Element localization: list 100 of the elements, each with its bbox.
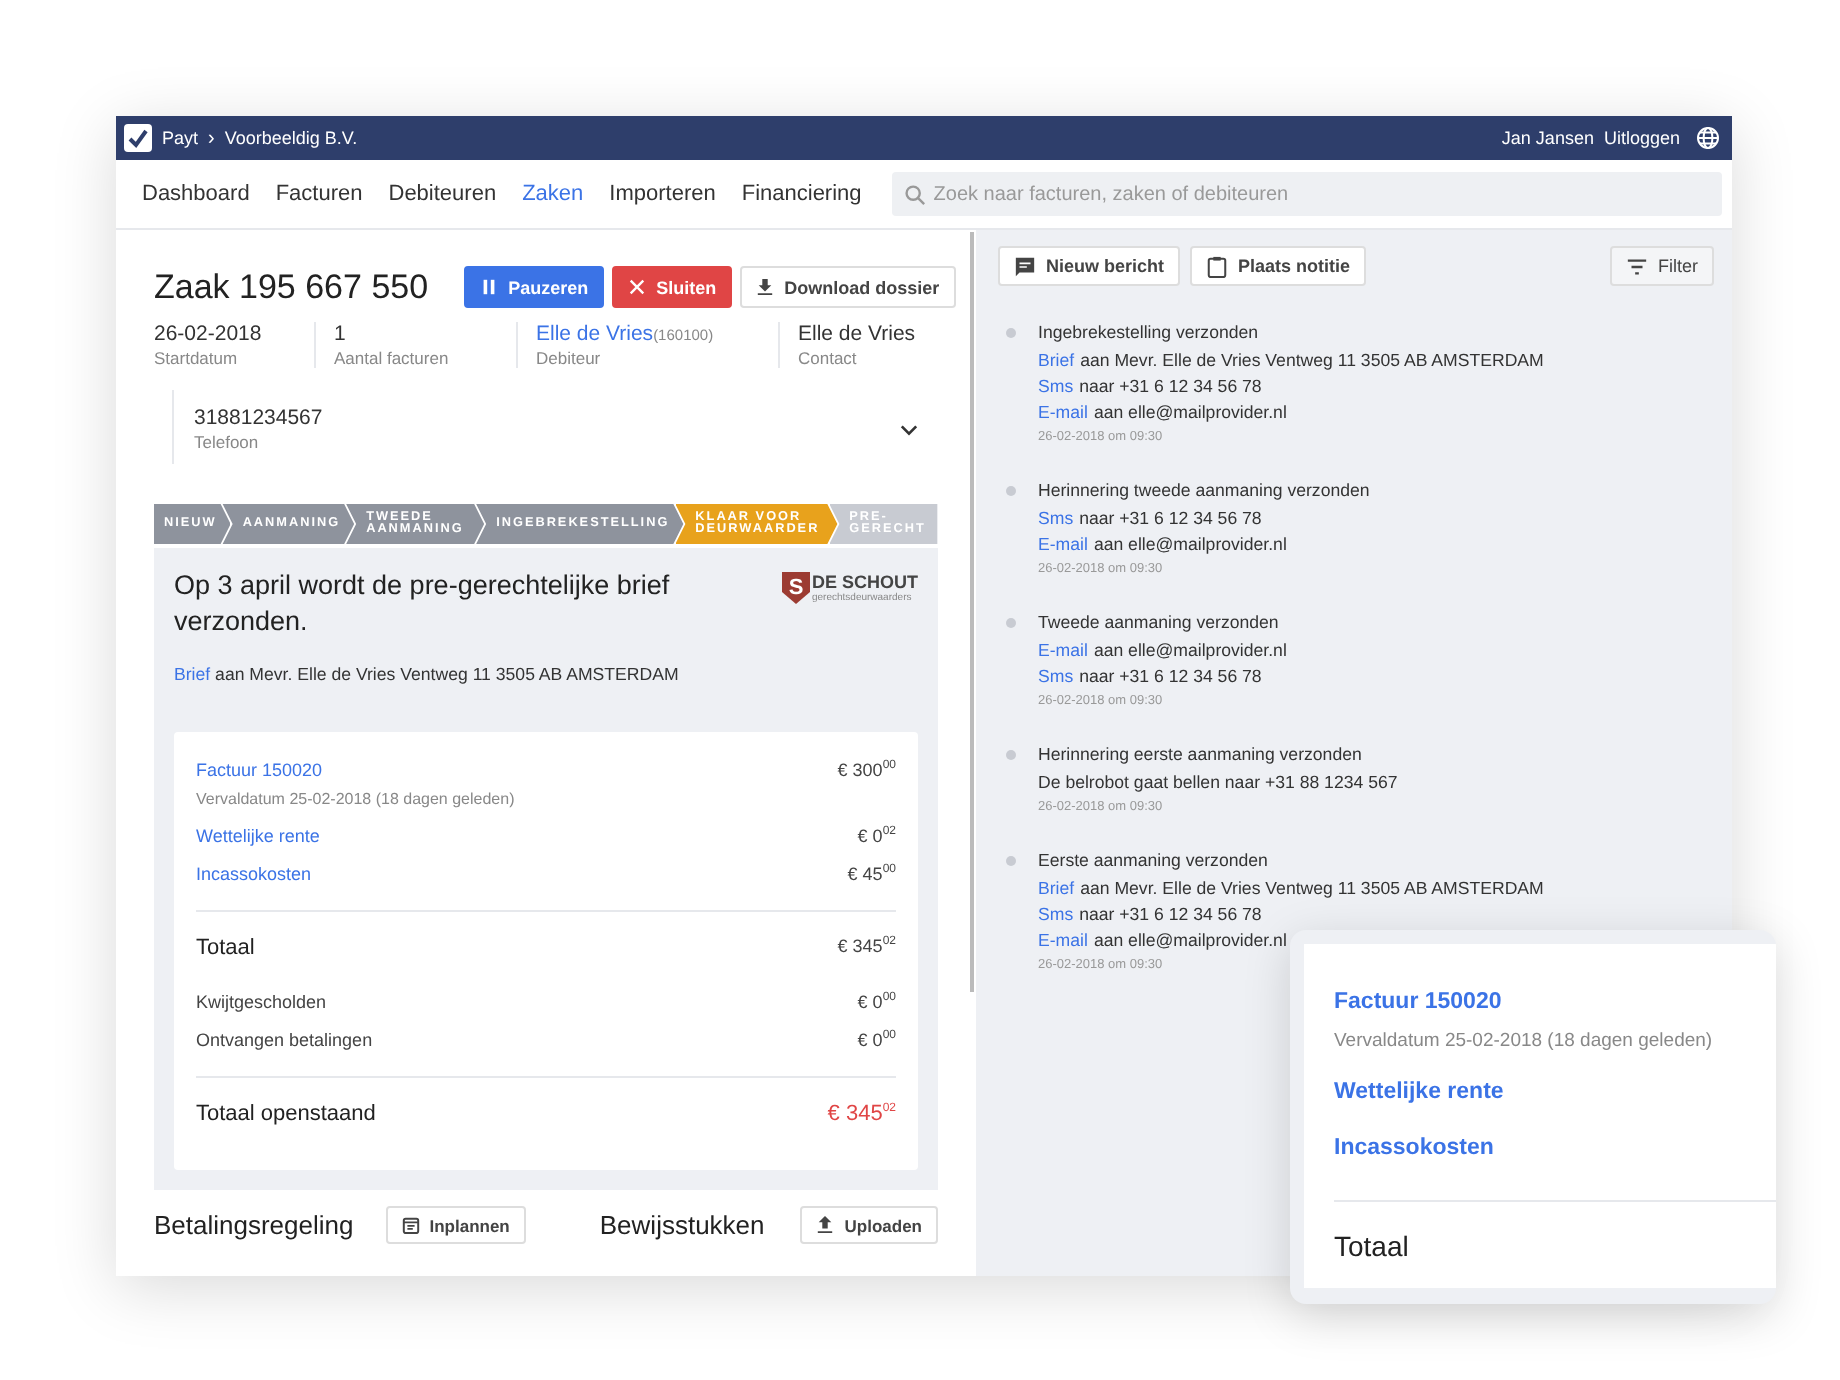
phone-label: Telefoon [194,432,261,452]
adjustment-label: Kwijtgescholden [196,992,327,1013]
total-label: Totaal [1334,1230,1411,1262]
app-name[interactable]: Payt [162,128,199,148]
event-detail: aan elle@mailprovider.nl [1093,534,1287,554]
scrollbar[interactable] [970,232,974,992]
amount: € 45$^{00}$ [847,864,896,885]
checkbox-logo-icon [124,124,152,152]
fact-value: 1 [334,322,346,346]
filter-button[interactable]: Filter [1610,246,1714,286]
invoice-line-link[interactable]: Incassokosten [196,864,312,885]
invoice-line-link[interactable]: Incassokosten [1334,1136,1494,1160]
pause-icon [480,278,499,296]
outstanding-label: Totaal openstaand [196,1102,376,1127]
channel-link[interactable]: E-mail [1038,534,1088,554]
timeline-dot [1006,856,1016,866]
adjustment-label: Ontvangen betalingen [196,1030,373,1051]
globe-icon[interactable] [1696,126,1720,150]
chevron-down-icon[interactable] [900,423,918,435]
event-detail: naar +31 6 12 34 56 78 [1079,904,1262,924]
nav-tab[interactable]: Importeren [609,182,716,206]
invoice-line-link[interactable]: Wettelijke rente [196,826,320,847]
fact-value: 26-02-2018 [154,322,262,346]
event-detail: aan Mevr. Elle de Vries Ventweg 11 3505 AB AMSTERDAM [1080,350,1544,370]
event-title: Eerste aanmaning verzonden [1038,850,1270,870]
amount: € 0$^{00}$ [857,1030,896,1051]
amount: € 300$^{00}$ [837,760,896,781]
invoice-line-link[interactable]: Wettelijke rente [1334,1080,1504,1104]
shield-logo-icon: S [781,570,810,606]
event-title: Herinnering eerste aanmaning verzonden [1038,744,1364,764]
due-date: Vervaldatum 25-02-2018 (18 dagen geleden) [1334,1030,1715,1052]
event-title: Herinnering tweede aanmaning verzonden [1038,480,1370,500]
nav-tab[interactable]: Debiteuren [388,182,497,206]
search-icon [903,183,926,205]
breadcrumb-separator: › [208,127,215,149]
event-detail: De belrobot gaat bellen naar +31 88 1234 567 [1038,772,1398,792]
schedule-button[interactable]: Inplannen [385,1206,526,1245]
timeline-dot [1006,750,1016,760]
channel-link[interactable]: Brief [1038,350,1075,370]
company-name[interactable]: Voorbeeldig B.V. [224,128,358,148]
fact-value: Elle de Vries [798,322,916,346]
clipboard-icon [1206,255,1229,277]
timeline-dot [1006,618,1016,628]
channel-link[interactable]: Brief [1038,878,1075,898]
close-icon [628,278,647,296]
case-title: Zaak 195 667 550 [154,267,429,307]
event-detail: aan elle@mailprovider.nl [1093,930,1287,950]
phone-number: 31881234567 [194,406,323,430]
letter-address: aan Mevr. Elle de Vries Ventweg 11 3505 AB AMSTERDAM [215,664,679,685]
event-detail: aan Mevr. Elle de Vries Ventweg 11 3505 AB AMSTERDAM [1080,878,1544,898]
download-button[interactable]: Download dossier [740,266,956,308]
section-title: Betalingsregeling [154,1210,354,1241]
event-title: Tweede aanmaning verzonden [1038,612,1281,632]
search-field[interactable]: Zoek naar facturen, zaken of debiteuren [891,172,1722,216]
add-note-button[interactable]: Plaats notitie [1190,246,1367,286]
new-message-button[interactable]: Nieuw bericht [998,246,1181,286]
nav-tab[interactable]: Zaken [522,182,584,206]
invoice-line-link[interactable]: Factuur 150020 [1334,990,1502,1014]
due-date: Vervaldatum 25-02-2018 (18 dagen geleden) [196,790,515,809]
timeline-dot [1006,486,1016,496]
nav-tab[interactable]: Financiering [741,182,862,206]
event-title: Ingebrekestelling verzonden [1038,322,1261,342]
fact-label: Startdatum [154,348,240,368]
download-icon [756,278,775,296]
outstanding-amount: € 345$^{02}$ [827,1102,896,1127]
event-detail: aan elle@mailprovider.nl [1093,640,1287,660]
total-label: Totaal [196,936,255,961]
channel-link[interactable]: Sms [1038,666,1074,686]
pause-button[interactable]: Pauzeren [464,266,605,308]
upload-button[interactable]: Uploaden [800,1206,938,1245]
calendar-icon [401,1216,420,1235]
channel-link[interactable]: E-mail [1038,930,1088,950]
invoice-line-link[interactable]: Factuur 150020 [196,760,323,781]
timeline-dot [1006,328,1016,338]
notice-title: Op 3 april wordt de pre-gerechtelijke brief verzonden. [174,568,672,639]
event-detail: naar +31 6 12 34 56 78 [1079,666,1262,686]
section-title: Bewijsstukken [599,1210,765,1241]
event-detail: naar +31 6 12 34 56 78 [1079,376,1262,396]
channel-link[interactable]: E-mail [1038,640,1088,660]
amount: € 0$^{02}$ [857,826,896,847]
channel-link[interactable]: Sms [1038,508,1074,528]
event-detail: naar +31 6 12 34 56 78 [1079,508,1262,528]
close-button[interactable]: Sluiten [612,266,733,308]
channel-link[interactable]: E-mail [1038,402,1088,422]
logout-link[interactable]: Uitloggen [1603,128,1680,148]
user-name[interactable]: Jan Jansen [1501,128,1594,148]
fact-label: Contact [798,348,859,368]
fact-label: Aantal facturen [334,348,451,368]
amount: € 0$^{00}$ [857,992,896,1013]
upload-icon [816,1216,835,1235]
letter-link[interactable]: Brief [174,664,211,685]
nav-tab[interactable]: Facturen [275,182,363,206]
debtor-link[interactable]: Elle de Vries [536,322,654,346]
fact-label: Debiteur [536,348,603,368]
nav-tab[interactable]: Dashboard [142,182,250,206]
logo-name: DE SCHOUT [811,572,918,592]
total-amount: € 345$^{02}$ [837,936,896,957]
message-icon [1014,255,1036,277]
channel-link[interactable]: Sms [1038,376,1074,396]
channel-link[interactable]: Sms [1038,904,1074,924]
